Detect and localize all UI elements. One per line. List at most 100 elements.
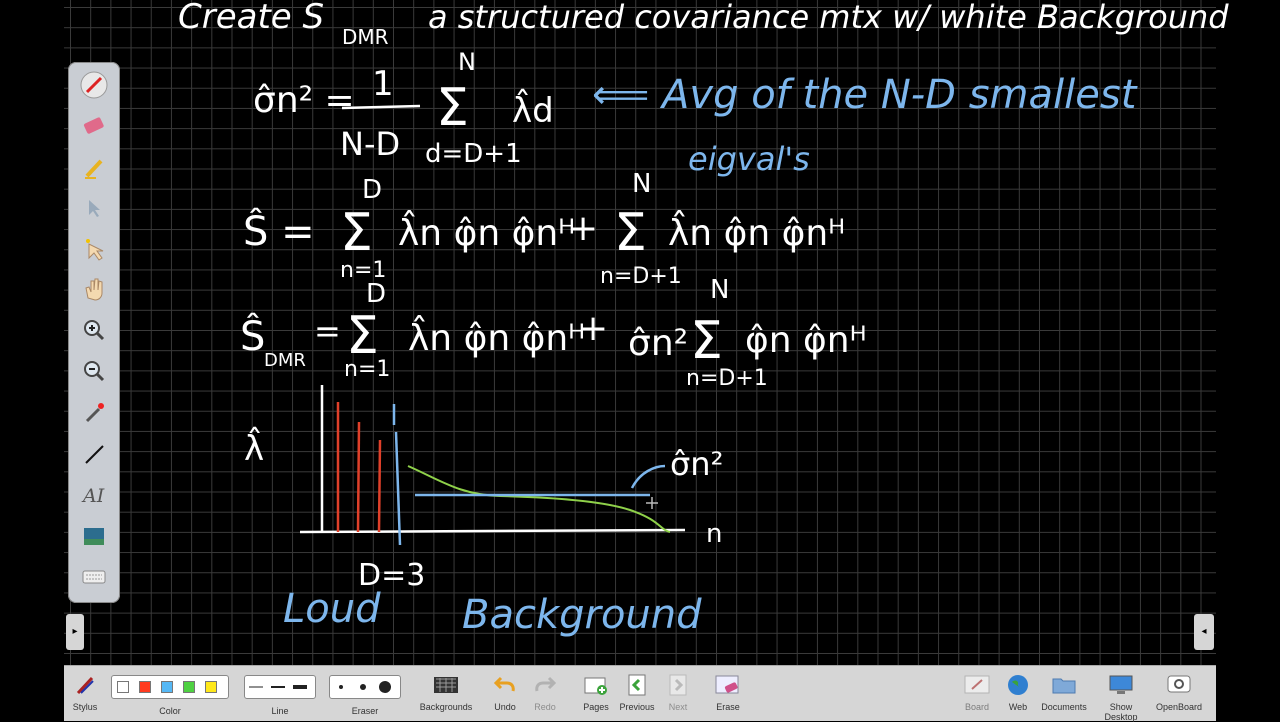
- openboard-menu-button[interactable]: OpenBoard: [1154, 670, 1204, 712]
- color-swatch-green[interactable]: [178, 676, 200, 698]
- openboard-label: OpenBoard: [1155, 702, 1203, 712]
- eq2-sum2-top: N: [632, 169, 651, 199]
- title-text: Create S: [178, 0, 324, 37]
- line-icon[interactable]: [80, 439, 108, 469]
- line-thick-button[interactable]: [289, 676, 311, 698]
- stylus-button[interactable]: Stylus: [69, 670, 101, 712]
- eq1-note-sub: eigval's: [688, 140, 810, 178]
- eq3-lhs: Ŝ: [240, 312, 265, 360]
- undo-icon: [487, 670, 523, 700]
- title-subscript: DMR: [342, 25, 389, 49]
- pen-icon[interactable]: [80, 70, 108, 100]
- eq3-sum2-top: N: [710, 275, 729, 305]
- redo-label: Redo: [534, 702, 556, 712]
- eq2-term2: λ̂n φ̂n φ̂nᴴ: [668, 209, 845, 254]
- color-swatch-white[interactable]: [112, 676, 134, 698]
- hand-icon[interactable]: [80, 274, 108, 304]
- eq3-equals: =: [314, 312, 341, 350]
- pages-button[interactable]: Pages: [579, 670, 613, 712]
- cutoff-line: [394, 431, 402, 546]
- backgrounds-button[interactable]: Backgrounds: [417, 670, 475, 712]
- previous-page-icon: [617, 670, 657, 700]
- eraser-group: Eraser: [329, 670, 401, 716]
- eq1-lhs: σ̂n² =: [253, 80, 355, 121]
- laser-pointer-icon[interactable]: [80, 398, 108, 428]
- next-page-icon: [662, 670, 694, 700]
- svg-text:AI: AI: [81, 485, 105, 507]
- selector-icon[interactable]: [80, 193, 108, 223]
- eq2-plus: +: [568, 208, 598, 249]
- next-button[interactable]: Next: [662, 670, 694, 712]
- marker-icon[interactable]: [80, 153, 108, 183]
- eq1-sigma-icon: Σ: [436, 78, 469, 138]
- eq3-lhs-sub: DMR: [264, 350, 306, 371]
- show-desktop-button[interactable]: Show Desktop: [1092, 670, 1150, 722]
- color-swatch-yellow[interactable]: [200, 676, 222, 698]
- title-rest-text: a structured covariance mtx w/ white Bac…: [428, 0, 1229, 36]
- documents-mode-button[interactable]: Documents: [1039, 670, 1089, 712]
- previous-button[interactable]: Previous: [617, 670, 657, 712]
- bottom-toolbar: Stylus Color Line Eraser Backgrounds Und…: [64, 665, 1216, 722]
- line-medium-button[interactable]: [267, 676, 289, 698]
- eq2-sigma2-icon: Σ: [614, 203, 647, 263]
- noise-eigenvalue-curve: [407, 465, 671, 533]
- line-group: Line: [244, 670, 316, 716]
- stylus-icon: [69, 670, 101, 700]
- eq3-sum2-bottom: n=D+1: [686, 366, 768, 391]
- eraser-large-button[interactable]: [374, 676, 396, 698]
- capture-icon[interactable]: [80, 522, 108, 552]
- line-thin-button[interactable]: [245, 676, 267, 698]
- eq1-sum-top: N: [458, 48, 476, 76]
- erase-button[interactable]: Erase: [712, 670, 744, 712]
- eraser-icon[interactable]: [80, 111, 108, 141]
- color-swatch-red[interactable]: [134, 676, 156, 698]
- virtual-keyboard-icon[interactable]: [80, 562, 108, 592]
- text-icon[interactable]: AI: [80, 480, 108, 510]
- handwriting-layer: Create S DMR a structured covariance mtx…: [178, 0, 1229, 638]
- sigma-pointer: [630, 464, 666, 489]
- loud-label: Loud: [283, 586, 381, 632]
- eq3-term2: φ̂n φ̂nᴴ: [745, 320, 867, 361]
- play-icon[interactable]: [80, 234, 108, 264]
- left-panel-toggle[interactable]: ▸: [66, 614, 84, 650]
- gear-icon: [1154, 670, 1204, 700]
- eigenvalue-bar-3: [377, 439, 382, 533]
- right-panel-toggle[interactable]: ◂: [1194, 614, 1214, 650]
- color-label: Color: [159, 706, 181, 716]
- web-label: Web: [1008, 702, 1028, 712]
- pages-label: Pages: [583, 702, 609, 712]
- eq2-sigma1-icon: Σ: [340, 203, 373, 263]
- eq3-sum1-bottom: n=1: [344, 357, 390, 382]
- board-label: Board: [964, 702, 990, 712]
- erase-label: Erase: [716, 702, 740, 712]
- show-desktop-label: Show Desktop: [1104, 702, 1138, 722]
- stylus-label: Stylus: [72, 702, 98, 712]
- pages-icon: [579, 670, 613, 700]
- color-swatch-blue[interactable]: [156, 676, 178, 698]
- eq1-sum-bottom: d=D+1: [425, 139, 522, 169]
- graph-x-label: n: [706, 519, 722, 549]
- web-mode-button[interactable]: Web: [1002, 670, 1034, 712]
- eq3-sum1-top: D: [366, 279, 386, 309]
- eq1-note: ⟸ Avg of the N-D smallest: [592, 72, 1138, 118]
- desktop-icon: [1092, 670, 1150, 700]
- eq3-coef: σ̂n²: [628, 323, 688, 364]
- graph-sigma-label: σ̂n²: [670, 445, 723, 483]
- eraser-medium-button[interactable]: [352, 676, 374, 698]
- zoom-out-icon[interactable]: [80, 356, 108, 386]
- eq2-lhs: Ŝ =: [243, 207, 315, 255]
- line-label: Line: [271, 706, 289, 716]
- board-icon: [961, 670, 993, 700]
- crosshair-cursor-icon: [646, 497, 658, 509]
- zoom-in-icon[interactable]: [80, 315, 108, 345]
- eraser-small-button[interactable]: [330, 676, 352, 698]
- backgrounds-label: Backgrounds: [419, 702, 473, 712]
- undo-button[interactable]: Undo: [487, 670, 523, 712]
- redo-button[interactable]: Redo: [527, 670, 563, 712]
- documents-label: Documents: [1041, 702, 1087, 712]
- eq1-term: λ̂d: [512, 89, 554, 131]
- board-mode-button[interactable]: Board: [961, 670, 993, 712]
- eq3-sigma2-icon: Σ: [690, 311, 723, 371]
- eq1-frac-den: N-D: [340, 125, 400, 163]
- background-label: Background: [462, 592, 702, 638]
